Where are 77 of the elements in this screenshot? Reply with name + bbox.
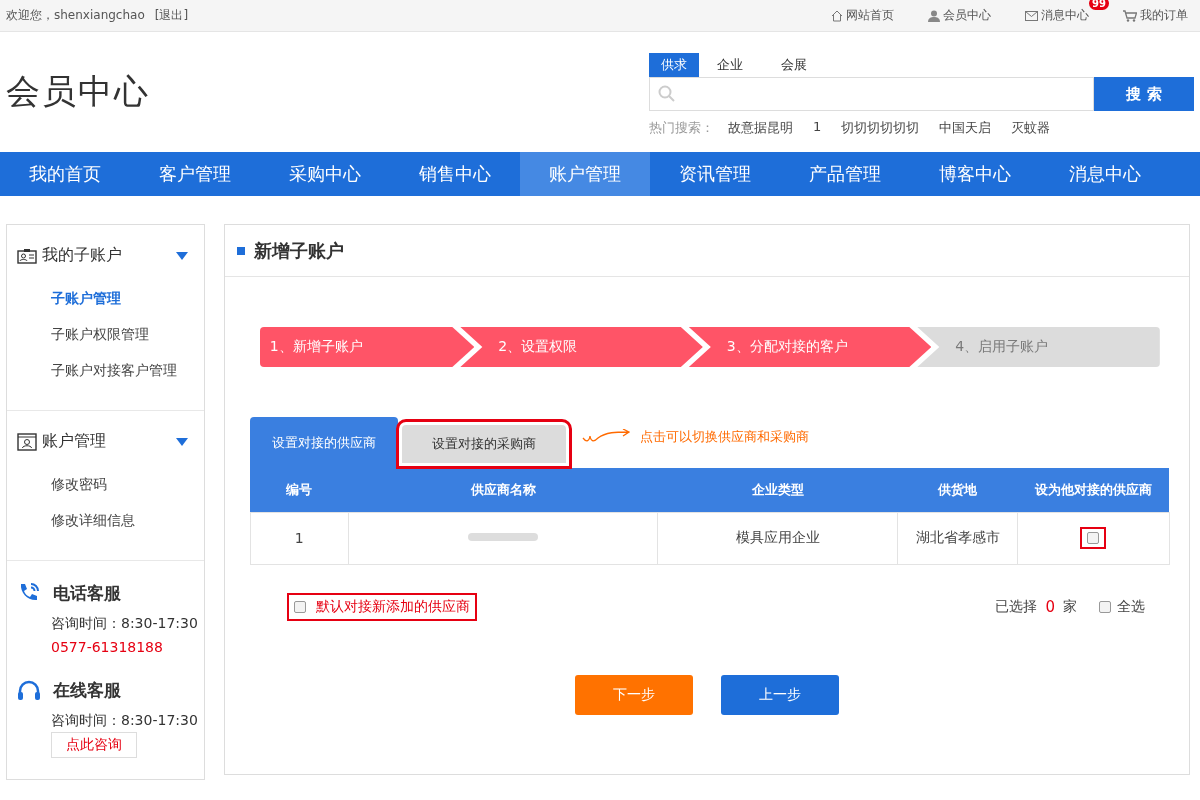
checkbox-label: 全选 [1117,597,1145,616]
greeting-text: 欢迎您，shenxiangchao [6,7,145,24]
table-cell: 模具应用企业 [657,512,898,564]
unit-label: 家 [1063,597,1077,616]
checkbox[interactable] [1099,600,1111,613]
mail-icon [1025,10,1038,21]
sidebar-item[interactable]: 子账户权限管理 [7,316,204,352]
table-cell: 湖北省孝感市 [897,512,1018,564]
top-link[interactable]: 网站首页 [846,7,894,24]
top-link[interactable]: 消息中心 [1041,7,1089,24]
sidebar-group-title[interactable]: 账户管理 [42,431,171,452]
id-card-icon [17,247,37,264]
search-button[interactable]: 搜 索 [1094,77,1194,111]
cart-icon [1123,9,1137,22]
column-header: 企业类型 [657,468,898,512]
table-cell: 1 [250,512,349,564]
count-badge: 99 [1089,0,1109,10]
hot-search-link[interactable]: 灭蚊器 [1011,119,1051,137]
search-icon [658,85,676,103]
title-marker-icon [236,246,245,255]
nav-item[interactable]: 采购中心 [260,152,390,196]
consult-button[interactable]: 点此咨询 [51,732,137,758]
profile-card-icon [17,432,37,451]
progress-step: 2、设置权限 [460,327,703,367]
panel-title: 新增子账户 [253,238,344,263]
sidebar-item[interactable]: 修改详细信息 [7,502,204,538]
selected-count: 0 [1045,597,1055,616]
nav-item[interactable]: 账户管理 [520,152,650,196]
sidebar-item[interactable]: 修改密码 [7,466,204,502]
service-title: 电话客服 [53,581,121,605]
page-logo: 会员中心 [6,70,150,113]
top-link[interactable]: 会员中心 [943,7,991,24]
search-tab[interactable]: 会展 [769,53,819,77]
nav-item[interactable]: 客户管理 [130,152,260,196]
service-title: 在线客服 [53,679,121,702]
hot-search-link[interactable]: 1 [813,119,822,137]
hint-text: 点击可以切换供应商和采购商 [639,428,809,446]
caret-icon[interactable] [175,437,188,446]
nav-item[interactable]: 消息中心 [1040,152,1170,196]
user-icon [928,9,940,22]
blurred-name-icon [468,531,539,543]
progress-step: 4、启用子账户 [917,327,1160,367]
caret-icon[interactable] [175,251,188,260]
phone-number: 0577-61318188 [50,638,164,657]
search-field[interactable] [649,77,1094,111]
sidebar-group-title[interactable]: 我的子账户 [42,245,171,266]
logout-link[interactable]: [退出] [154,7,189,24]
column-header: 供货地 [897,468,1018,512]
nav-item[interactable]: 销售中心 [390,152,520,196]
home-icon [831,9,843,22]
column-header: 编号 [250,468,349,512]
hot-search-label: 热门搜索： [649,119,714,137]
service-hours: 咨询时间：8:30-17:30 [50,711,199,730]
nav-item[interactable]: 我的首页 [0,152,130,196]
selected-label: 已选择 [995,597,1038,616]
nav-item[interactable]: 资讯管理 [650,152,780,196]
sidebar-item[interactable]: 子账户管理 [7,280,204,316]
step-button[interactable]: 上一步 [720,674,839,715]
checkbox[interactable] [293,600,306,613]
service-hours: 咨询时间：8:30-17:30 [50,614,199,633]
top-link[interactable]: 我的订单 [1140,7,1188,24]
sidebar-item[interactable]: 子账户对接客户管理 [7,352,204,388]
hot-search-link[interactable]: 切切切切切切 [841,119,920,137]
hot-search-link[interactable]: 中国天启 [939,119,992,137]
column-header: 设为他对接的供应商 [1017,468,1170,512]
progress-step: 3、分配对接的客户 [688,327,932,367]
tab[interactable]: 设置对接的供应商 [249,417,398,468]
nav-item[interactable]: 产品管理 [780,152,910,196]
headset-icon [17,679,41,702]
progress-step: 1、新增子账户 [259,327,475,367]
checkbox[interactable] [1087,532,1100,544]
checkbox-label: 默认对接新添加的供应商 [315,597,470,616]
search-tab[interactable]: 供求 [649,53,699,77]
hot-search-link[interactable]: 故意据昆明 [728,119,793,137]
nav-item[interactable]: 博客中心 [910,152,1040,196]
column-header: 供应商名称 [348,468,658,512]
search-tab[interactable]: 企业 [705,53,755,77]
